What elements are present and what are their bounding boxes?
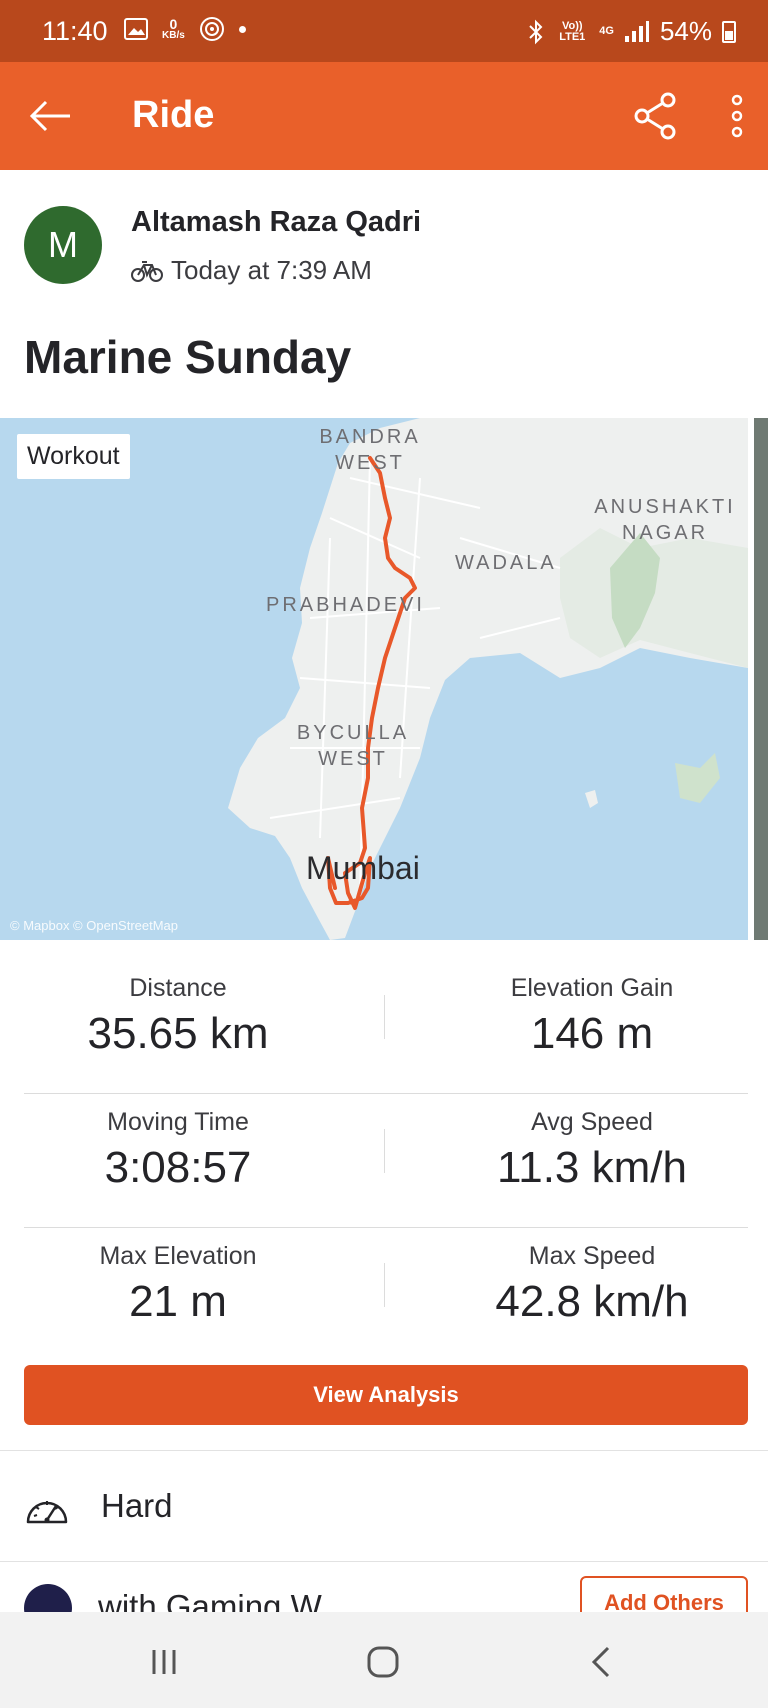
avatar[interactable]: M (24, 206, 102, 284)
stat-value: 11.3 km/h (497, 1143, 687, 1192)
bluetooth-icon (529, 19, 543, 44)
music-target-icon (199, 17, 224, 41)
app-bar: Ride (0, 62, 768, 170)
network-type: 4G (599, 25, 614, 37)
activity-meta: Today at 7:39 AM (131, 255, 372, 286)
page-title: Ride (132, 94, 215, 136)
view-analysis-button[interactable]: View Analysis (24, 1365, 748, 1425)
map-label-anushakti: ANUSHAKTI NAGAR (594, 496, 736, 544)
map-label-bandra: BANDRA WEST (319, 426, 421, 474)
battery-icon (722, 20, 736, 43)
stat-avg-speed: Avg Speed 11.3 km/h (208, 1108, 768, 1193)
stat-value: 42.8 km/h (495, 1277, 689, 1326)
with-athletes-text[interactable]: with Gaming W (98, 1588, 322, 1612)
stats-row: Max Elevation 21 m Max Speed 42.8 km/h (0, 1228, 768, 1362)
perceived-effort[interactable]: Hard (101, 1487, 173, 1525)
share-icon[interactable] (630, 90, 682, 142)
gauge-icon (26, 1501, 68, 1524)
stats-grid: Distance 35.65 km Elevation Gain 146 m M… (0, 960, 768, 1362)
net-speed-indicator: 0 KB/s (162, 16, 185, 41)
bike-icon (131, 260, 163, 282)
status-left-icons: 0 KB/s (124, 16, 246, 42)
more-vertical-icon[interactable] (722, 90, 752, 142)
map-label-byculla: BYCULLA WEST (296, 722, 410, 770)
map-label-mumbai: Mumbai (306, 850, 420, 886)
gallery-icon (124, 18, 148, 40)
map-label-wadala: WADALA (455, 552, 557, 574)
map-workout-badge: Workout (17, 434, 130, 479)
system-nav-bar (0, 1612, 768, 1708)
stats-row: Distance 35.65 km Elevation Gain 146 m (0, 960, 768, 1094)
activity-timestamp: Today at 7:39 AM (171, 255, 372, 285)
stat-label: Max Speed (528, 1242, 656, 1270)
battery-percent: 54% (659, 16, 712, 46)
stat-label: Elevation Gain (510, 974, 674, 1002)
status-bar: 11:40 0 KB/s Vo)) LTE1 4G 54% (0, 0, 768, 62)
map-label-prabhadevi: PRABHADEVI (266, 594, 425, 616)
status-time: 11:40 (42, 16, 108, 46)
recents-icon[interactable] (144, 1642, 184, 1682)
activity-title: Marine Sunday (24, 331, 352, 383)
volte-indicator: Vo)) LTE1 (559, 19, 586, 43)
arrow-left-icon[interactable] (26, 92, 74, 140)
stats-row: Moving Time 3:08:57 Avg Speed 11.3 km/h (0, 1094, 768, 1228)
with-athletes-row: with Gaming W Add Others (0, 1562, 768, 1612)
map-attribution[interactable]: © Mapbox © OpenStreetMap (10, 918, 178, 933)
divider (0, 1450, 768, 1451)
home-icon[interactable] (363, 1642, 403, 1682)
avatar[interactable] (24, 1584, 72, 1612)
athlete-name[interactable]: Altamash Raza Qadri (131, 206, 421, 239)
map-islet (585, 790, 598, 808)
stat-elevation-gain: Elevation Gain 146 m (208, 974, 768, 1059)
status-right-icons: Vo)) LTE1 4G 54% (527, 16, 736, 47)
stat-label: Avg Speed (531, 1108, 653, 1136)
notification-dot (238, 25, 246, 33)
stat-value: 146 m (530, 1009, 654, 1058)
signal-icon (624, 20, 649, 42)
stat-max-speed: Max Speed 42.8 km/h (208, 1242, 768, 1327)
nav-back-icon[interactable] (582, 1642, 622, 1682)
map-island-elephanta (675, 753, 720, 803)
add-others-button[interactable]: Add Others (580, 1576, 748, 1612)
next-photo-peek[interactable] (754, 418, 768, 940)
